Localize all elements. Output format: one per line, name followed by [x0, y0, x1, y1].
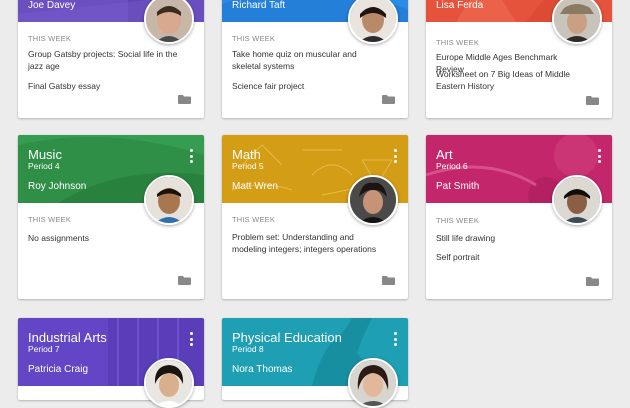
- teacher-name: Patricia Craig: [28, 364, 89, 375]
- teacher-avatar[interactable]: [348, 358, 398, 408]
- avatar-photo: [350, 0, 396, 42]
- class-title[interactable]: Physical Education: [232, 330, 342, 345]
- class-period: Period 7: [28, 344, 60, 354]
- folder-icon[interactable]: [586, 96, 599, 105]
- class-card-physical-education[interactable]: Physical Education Period 8 Nora Thomas: [222, 318, 408, 408]
- teacher-avatar[interactable]: [144, 175, 194, 225]
- teacher-avatar[interactable]: [144, 0, 194, 44]
- avatar-photo: [350, 360, 396, 406]
- assignment-item[interactable]: Take home quiz on muscular and skeletal …: [232, 48, 382, 72]
- teacher-name: Lisa Ferda: [436, 0, 484, 11]
- assignment-item[interactable]: Group Gatsby projects: Social life in th…: [28, 48, 178, 72]
- more-vert-icon[interactable]: [594, 149, 604, 163]
- teacher-avatar[interactable]: [552, 175, 602, 225]
- assignment-item[interactable]: Still life drawing: [436, 232, 586, 244]
- this-week-label: THIS WEEK: [28, 215, 72, 224]
- teacher-avatar[interactable]: [552, 0, 602, 44]
- class-card-biology[interactable]: Richard Taft THIS WEEK Take home quiz on…: [222, 0, 408, 118]
- class-title[interactable]: Industrial Arts: [28, 330, 107, 345]
- class-card-art[interactable]: Art Period 6 Pat Smith THIS WEEK Still l…: [426, 135, 612, 299]
- teacher-name: Joe Davey: [28, 0, 76, 11]
- teacher-name: Matt Wren: [232, 181, 278, 192]
- assignment-item[interactable]: Final Gatsby essay: [28, 80, 178, 92]
- teacher-avatar[interactable]: [348, 0, 398, 44]
- folder-icon[interactable]: [178, 95, 191, 104]
- class-card-industrial-arts[interactable]: Industrial Arts Period 7 Patricia Craig: [18, 318, 204, 408]
- avatar-photo: [554, 0, 600, 42]
- this-week-label: THIS WEEK: [232, 215, 276, 224]
- assignment-item[interactable]: Self portrait: [436, 251, 586, 263]
- assignment-item[interactable]: Problem set: Understanding and modeling …: [232, 231, 388, 255]
- teacher-name: Roy Johnson: [28, 181, 87, 192]
- avatar-photo: [554, 177, 600, 223]
- assignment-item[interactable]: Science fair project: [232, 80, 382, 92]
- this-week-label: THIS WEEK: [232, 34, 276, 43]
- class-card-music[interactable]: Music Period 4 Roy Johnson THIS WEEK No …: [18, 135, 204, 299]
- class-title[interactable]: Math: [232, 147, 261, 162]
- teacher-name: Nora Thomas: [232, 364, 293, 375]
- folder-icon[interactable]: [382, 95, 395, 104]
- avatar-photo: [350, 177, 396, 223]
- assignment-item[interactable]: Worksheet on 7 Big Ideas of Middle Easte…: [436, 68, 586, 92]
- avatar-photo: [146, 177, 192, 223]
- class-card-math[interactable]: Math Period 5 Matt Wren THIS WEEK Proble…: [222, 135, 408, 299]
- folder-icon[interactable]: [382, 276, 395, 285]
- more-vert-icon[interactable]: [186, 332, 196, 346]
- more-vert-icon[interactable]: [390, 149, 400, 163]
- class-period: Period 6: [436, 161, 468, 171]
- this-week-label: THIS WEEK: [28, 34, 72, 43]
- this-week-label: THIS WEEK: [436, 216, 480, 225]
- avatar-photo: [146, 360, 192, 406]
- teacher-avatar[interactable]: [348, 175, 398, 225]
- teacher-name: Pat Smith: [436, 181, 480, 192]
- more-vert-icon[interactable]: [186, 149, 196, 163]
- this-week-label: THIS WEEK: [436, 38, 480, 47]
- class-title[interactable]: Music: [28, 147, 62, 162]
- folder-icon[interactable]: [586, 277, 599, 286]
- folder-icon[interactable]: [178, 276, 191, 285]
- teacher-avatar[interactable]: [144, 358, 194, 408]
- class-period: Period 4: [28, 161, 60, 171]
- class-title[interactable]: Art: [436, 147, 453, 162]
- assignment-item[interactable]: No assignments: [28, 232, 178, 244]
- more-vert-icon[interactable]: [390, 332, 400, 346]
- class-period: Period 5: [232, 161, 264, 171]
- class-card-english[interactable]: Joe Davey THIS WEEK Group Gatsby project…: [18, 0, 204, 118]
- teacher-name: Richard Taft: [232, 0, 286, 11]
- avatar-photo: [146, 0, 192, 42]
- class-card-history[interactable]: Lisa Ferda THIS WEEK Europe Middle Ages …: [426, 0, 612, 118]
- class-period: Period 8: [232, 344, 264, 354]
